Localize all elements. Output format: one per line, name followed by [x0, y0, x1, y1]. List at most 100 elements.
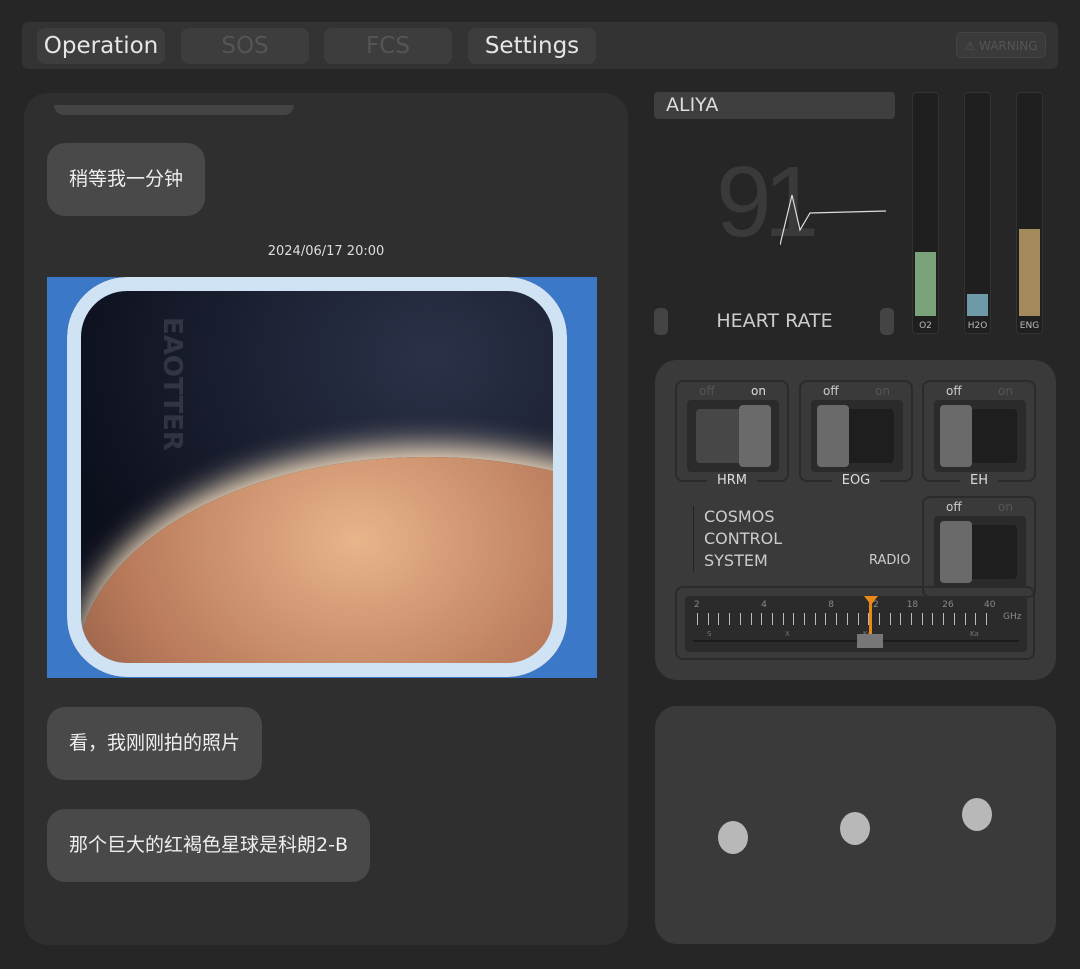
- tuner-tick: [846, 613, 848, 625]
- on-label: on: [875, 384, 890, 398]
- crew-name: ALIYA: [654, 92, 895, 119]
- off-label: off: [699, 384, 715, 398]
- radio-tuner[interactable]: 24812182640SXKuKaGHz: [675, 586, 1035, 660]
- tuner-tick: [697, 613, 698, 625]
- tuner-tick: [782, 613, 784, 625]
- band-label: S: [707, 630, 712, 638]
- tuner-tick: [932, 613, 934, 625]
- toggle-well: [934, 400, 1026, 472]
- on-label: on: [998, 500, 1013, 514]
- gauge-fill: [967, 293, 988, 316]
- tuner-tick: [985, 613, 987, 625]
- tab-settings[interactable]: Settings: [468, 28, 596, 64]
- tuner-tick: [921, 613, 923, 625]
- toggle-thumb[interactable]: [940, 521, 972, 583]
- toggle-well: [934, 516, 1026, 588]
- indicator-dot[interactable]: [840, 812, 870, 845]
- off-label: off: [823, 384, 839, 398]
- title-line: SYSTEM: [704, 551, 768, 570]
- tuner-tick: [857, 613, 859, 625]
- indicator-dot[interactable]: [718, 821, 748, 854]
- toggle-thumb[interactable]: [940, 405, 972, 467]
- tuner-tick-label: 26: [942, 600, 954, 610]
- switch-radio[interactable]: off on: [922, 496, 1036, 598]
- switch-name: EH: [924, 473, 1034, 488]
- right-knob[interactable]: [880, 308, 894, 335]
- tuner-tick-label: 2: [694, 600, 700, 610]
- heartbeat-line-icon: [780, 194, 887, 246]
- tuner-tick: [729, 613, 731, 625]
- band-label: Ka: [970, 630, 979, 638]
- tab-fcs[interactable]: FCS: [324, 28, 452, 64]
- tuner-tick: [964, 613, 966, 625]
- title-line: COSMOS: [704, 507, 775, 526]
- switch-eh[interactable]: off on EH: [922, 380, 1036, 488]
- gauge-fill: [1019, 229, 1040, 316]
- gauge-label: ENG: [1019, 321, 1040, 331]
- unit-label: GHz: [1003, 612, 1022, 622]
- tuner-rail: [693, 640, 1019, 642]
- touch-pad[interactable]: [655, 706, 1056, 944]
- tuner-tick-label: 40: [984, 600, 996, 610]
- system-title: COSMOS CONTROL SYSTEM: [693, 506, 782, 572]
- gauge-fill: [915, 251, 936, 316]
- message-bubble[interactable]: 那个巨大的红褐色星球是科朗2-B: [47, 809, 370, 882]
- switch-name: EOG: [801, 473, 911, 488]
- tuner-tick: [836, 613, 838, 625]
- gauge-h2o: H2O: [964, 92, 991, 334]
- tab-operation[interactable]: Operation: [37, 28, 165, 64]
- on-label: on: [998, 384, 1013, 398]
- tuner-tick: [750, 613, 752, 625]
- tuner-tick: [975, 613, 977, 625]
- tuner-tick: [804, 613, 805, 625]
- band-label: X: [785, 630, 790, 638]
- window-frame-image: [47, 277, 597, 678]
- tuner-tick: [707, 613, 709, 625]
- on-label: on: [751, 384, 766, 398]
- toggle-thumb[interactable]: [739, 405, 771, 467]
- tuner-tick: [793, 613, 795, 625]
- tuner-tick-label: 8: [828, 600, 834, 610]
- chat-panel[interactable]: 稍等我一分钟 2024/06/17 20:00 EAOTTER 看，我刚刚拍的照…: [24, 93, 628, 945]
- tuner-tick: [911, 613, 912, 625]
- toggle-thumb[interactable]: [817, 405, 849, 467]
- tuner-tick: [771, 613, 773, 625]
- tuner-tick: [943, 613, 945, 625]
- tuner-tick: [825, 613, 827, 625]
- off-label: off: [946, 384, 962, 398]
- message-bubble[interactable]: 看，我刚刚拍的照片: [47, 707, 263, 780]
- tuner-slider-handle[interactable]: [857, 634, 884, 648]
- gauge-o2: O2: [912, 92, 939, 334]
- message-timestamp: 2024/06/17 20:00: [267, 244, 385, 259]
- tuner-needle-head: [864, 596, 879, 605]
- switch-name: HRM: [677, 473, 787, 488]
- tab-sos[interactable]: SOS: [181, 28, 309, 64]
- gauge-eng: ENG: [1016, 92, 1043, 334]
- switch-hrm[interactable]: off on HRM: [675, 380, 789, 488]
- tuner-tick: [900, 613, 902, 625]
- switch-eog[interactable]: off on EOG: [799, 380, 913, 488]
- tuner-tick: [739, 613, 741, 625]
- photo-message[interactable]: EAOTTER: [47, 277, 597, 678]
- tuner-tick: [889, 613, 891, 625]
- heart-rate-label: HEART RATE: [716, 310, 833, 332]
- tuner-tick: [761, 613, 763, 625]
- gauge-label: O2: [919, 321, 932, 331]
- tuner-tick: [878, 613, 880, 625]
- title-line: CONTROL: [704, 529, 783, 548]
- tuner-tick-label: 4: [761, 600, 767, 610]
- warning-button[interactable]: ⚠ WARNING: [956, 32, 1046, 58]
- top-nav-bar: Operation SOS FCS Settings ⚠ WARNING: [22, 22, 1058, 69]
- message-bubble[interactable]: 稍等我一分钟: [47, 143, 206, 216]
- gauge-label: H2O: [967, 321, 988, 331]
- tuner-tick-label: 18: [906, 600, 919, 610]
- off-label: off: [946, 500, 962, 514]
- control-panel: off on HRM off on EOG off on EH off on COSM…: [655, 360, 1056, 680]
- radio-label: RADIO: [869, 553, 911, 568]
- indicator-dot[interactable]: [962, 798, 992, 831]
- toggle-well: [811, 400, 903, 472]
- tuner-tick: [718, 613, 720, 625]
- tuner-tick: [953, 613, 955, 625]
- tuner-tick: [814, 613, 816, 625]
- photo-watermark: EAOTTER: [157, 317, 187, 451]
